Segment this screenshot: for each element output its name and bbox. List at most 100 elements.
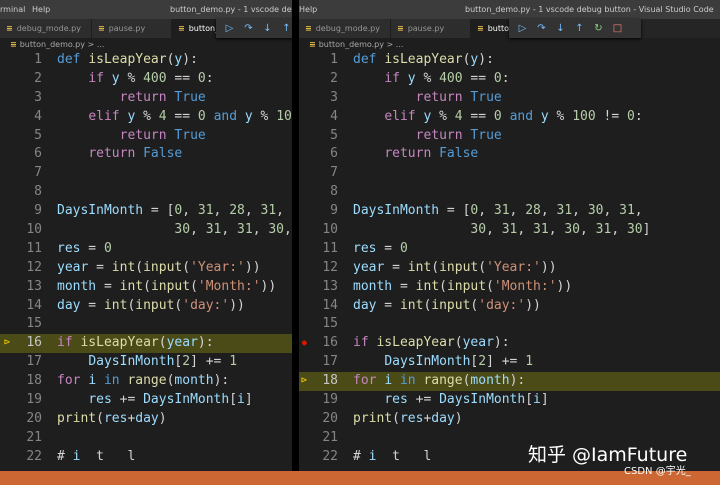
line-number: 2 — [330, 70, 338, 86]
continue-icon[interactable]: ▷ — [220, 19, 239, 38]
code-text: day = int(input('day:')) — [353, 297, 541, 313]
code-line[interactable]: 11 res = 0 — [0, 240, 292, 259]
code-line[interactable]: 5 return True — [299, 127, 720, 146]
code-line[interactable]: 2 if y % 400 == 0: — [0, 70, 292, 89]
line-number: 22 — [322, 448, 338, 464]
code-text: return False — [88, 146, 183, 162]
code-text: day = int(input('day:')) — [57, 297, 245, 313]
code-line[interactable]: 3 return True — [299, 89, 720, 108]
tab-label: debug_mode.py — [315, 24, 380, 33]
tab-debug-mode[interactable]: ≡ debug_mode.py — [0, 19, 92, 38]
breadcrumb[interactable]: ≡ button_demo.py > ... — [0, 38, 292, 52]
code-line[interactable]: 17 DaysInMonth[2] += 1 — [0, 353, 292, 372]
restart-icon[interactable]: ↻ — [589, 19, 608, 38]
python-file-icon: ≡ — [98, 24, 105, 33]
code-line[interactable]: 10 30, 31, 31, 30, 31, 30] — [299, 221, 720, 240]
code-line[interactable]: 16 ⊳ if isLeapYear(year): — [0, 334, 292, 354]
code-line[interactable]: 14 day = int(input('day:')) — [0, 297, 292, 316]
menu-help[interactable]: Help — [299, 5, 317, 14]
python-file-icon: ≡ — [477, 24, 484, 33]
tab-pause[interactable]: ≡ pause.py — [391, 19, 471, 38]
code-editor[interactable]: 1 def isLeapYear(y): 2 if y % 400 == 0: 3 r… — [0, 51, 292, 467]
code-line[interactable]: 9 DaysInMonth = [0, 31, 28, 31, 30, 31, — [299, 202, 720, 221]
code-line[interactable]: 13 month = int(input('Month:')) — [0, 278, 292, 297]
code-line[interactable]: 9 DaysInMonth = [0, 31, 28, 31, — [0, 202, 292, 221]
menu-terminal[interactable]: rminal — [0, 5, 25, 14]
stop-icon[interactable]: □ — [608, 19, 627, 38]
tab-pause[interactable]: ≡ pause.py — [92, 19, 172, 38]
code-line[interactable]: 4 elif y % 4 == 0 and y % 100 != 0: — [299, 108, 720, 127]
code-text: year = int(input('Year:')) — [353, 259, 557, 275]
code-line[interactable]: 2 if y % 400 == 0: — [299, 70, 720, 89]
code-line[interactable]: 8 — [0, 183, 292, 202]
code-text: month = int(input('Month:')) — [57, 278, 277, 294]
line-number: 3 — [34, 89, 42, 105]
tab-button-demo[interactable]: ≡button_de — [172, 19, 222, 38]
code-line[interactable]: 19 res += DaysInMonth[i] — [299, 391, 720, 410]
code-line[interactable]: 11 res = 0 — [299, 240, 720, 259]
code-line[interactable]: 20 print(res+day) — [299, 410, 720, 429]
line-number: 8 — [330, 184, 338, 200]
code-line[interactable]: 21 — [0, 429, 292, 448]
line-number: 12 — [26, 259, 42, 275]
code-line[interactable]: 8 — [299, 183, 720, 202]
line-number: 4 — [330, 108, 338, 124]
line-number: 4 — [34, 108, 42, 124]
step-out-icon[interactable]: ↑ — [277, 19, 292, 38]
code-text: if isLeapYear(year): — [353, 335, 510, 351]
code-line[interactable]: 17 DaysInMonth[2] += 1 — [299, 353, 720, 372]
step-into-icon[interactable]: ↓ — [258, 19, 277, 38]
code-line[interactable]: 5 return True — [0, 127, 292, 146]
menu-help[interactable]: Help — [32, 5, 50, 14]
code-text: res = 0 — [353, 240, 408, 256]
code-line[interactable]: 12 year = int(input('Year:')) — [299, 259, 720, 278]
code-line[interactable]: 4 elif y % 4 == 0 and y % 10 — [0, 108, 292, 127]
code-editor[interactable]: 1 def isLeapYear(y): 2 if y % 400 == 0: 3 r… — [299, 51, 720, 467]
code-line[interactable]: 20 print(res+day) — [0, 410, 292, 429]
breadcrumb[interactable]: ≡ button_demo.py > ... — [299, 38, 720, 52]
line-number: 1 — [330, 52, 338, 67]
code-text: DaysInMonth = [0, 31, 28, 31, — [57, 203, 284, 219]
code-line[interactable]: 12 year = int(input('Year:')) — [0, 259, 292, 278]
line-number: 19 — [322, 392, 338, 408]
code-line[interactable]: 15 — [299, 315, 720, 334]
code-line[interactable]: 22 # i t l — [0, 448, 292, 467]
line-number: 5 — [34, 127, 42, 143]
code-line[interactable]: 3 return True — [0, 89, 292, 108]
code-line[interactable]: 7 — [0, 164, 292, 183]
step-over-icon[interactable]: ↷ — [532, 19, 551, 38]
line-number: 15 — [26, 316, 42, 332]
step-over-icon[interactable]: ↷ — [239, 19, 258, 38]
code-line[interactable]: 7 — [299, 164, 720, 183]
code-text: return True — [415, 127, 502, 143]
code-line[interactable]: 18 for i in range(month): — [0, 372, 292, 391]
code-line[interactable]: 6 return False — [299, 145, 720, 164]
continue-icon[interactable]: ▷ — [513, 19, 532, 38]
code-text: for i in range(month): — [353, 373, 526, 389]
line-number: 6 — [34, 146, 42, 162]
code-text: elif y % 4 == 0 and y % 10 — [88, 108, 292, 124]
code-line[interactable]: 1 def isLeapYear(y): — [299, 51, 720, 70]
title-bar: rminal Help button_demo.py - 1 vscode de… — [0, 0, 292, 19]
line-number: 13 — [26, 278, 42, 294]
line-number: 11 — [26, 240, 42, 256]
code-line[interactable]: 10 30, 31, 31, 30, — [0, 221, 292, 240]
step-into-icon[interactable]: ↓ — [551, 19, 570, 38]
step-out-icon[interactable]: ↑ — [570, 19, 589, 38]
code-line[interactable]: 6 return False — [0, 145, 292, 164]
code-line[interactable]: 14 day = int(input('day:')) — [299, 297, 720, 316]
line-number: 21 — [322, 429, 338, 445]
line-number: 13 — [322, 278, 338, 294]
code-line[interactable]: 18 ⊳ for i in range(month): — [299, 372, 720, 392]
code-line[interactable]: 13 month = int(input('Month:')) — [299, 278, 720, 297]
tab-debug-mode[interactable]: ≡ debug_mode.py — [299, 19, 391, 38]
line-number: 2 — [34, 70, 42, 86]
breakpoint-icon[interactable]: ● — [302, 334, 307, 353]
code-line[interactable]: 19 res += DaysInMonth[i] — [0, 391, 292, 410]
line-number: 21 — [26, 429, 42, 445]
code-line[interactable]: 1 def isLeapYear(y): — [0, 51, 292, 70]
line-number: 14 — [322, 297, 338, 313]
code-line[interactable]: 16 ● if isLeapYear(year): — [299, 334, 720, 353]
code-line[interactable]: 15 — [0, 315, 292, 334]
code-text: # i t l — [57, 448, 136, 464]
